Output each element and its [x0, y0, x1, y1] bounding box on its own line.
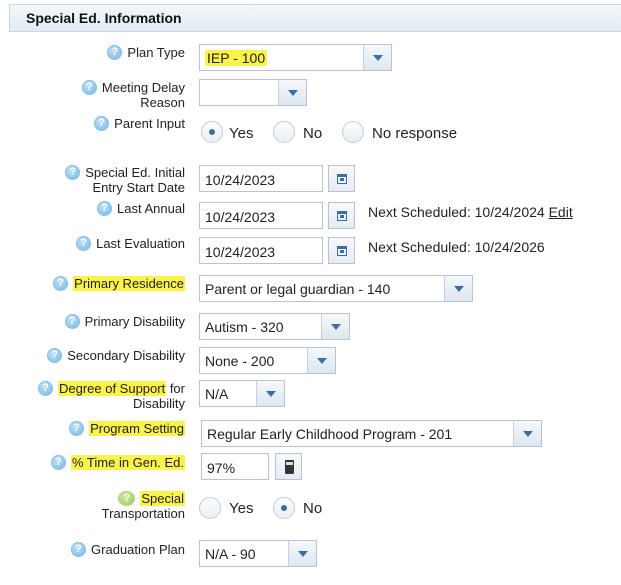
- special-transportation-yes-radio[interactable]: [199, 497, 221, 519]
- help-icon[interactable]: ?: [81, 80, 97, 95]
- special-transportation-label: ? Special Transportation: [101, 491, 185, 521]
- edit-link[interactable]: Edit: [549, 204, 573, 220]
- primary-residence-select[interactable]: Parent or legal guardian - 140: [199, 275, 473, 302]
- special-transportation-no-radio[interactable]: [273, 497, 295, 519]
- special-transportation-no-label: No: [303, 500, 323, 517]
- plan-type-select[interactable]: IEP - 100: [199, 44, 392, 71]
- primary-residence-label: ? Primary Residence: [53, 276, 185, 291]
- time-gen-ed-label: ?% Time in Gen. Ed.: [51, 455, 185, 470]
- section-header: Special Ed. Information: [9, 4, 621, 32]
- help-icon[interactable]: ?: [64, 314, 80, 329]
- degree-of-support-select[interactable]: N/A: [199, 380, 285, 407]
- program-setting-label: ? Program Setting: [69, 421, 185, 436]
- initial-entry-date-input[interactable]: 10/24/2023: [199, 165, 323, 192]
- chevron-down-icon[interactable]: [513, 421, 541, 446]
- help-icon[interactable]: ?: [53, 276, 69, 291]
- help-icon[interactable]: ?: [65, 165, 81, 180]
- chevron-down-icon[interactable]: [278, 80, 306, 105]
- parent-input-yes-label: Yes: [229, 125, 254, 142]
- help-icon[interactable]: ?: [97, 201, 113, 216]
- help-icon[interactable]: ?: [107, 45, 123, 60]
- last-annual-label: ? Last Annual: [97, 201, 185, 216]
- parent-input-no-response-radio[interactable]: [342, 121, 364, 143]
- time-gen-ed-input[interactable]: 97%: [201, 453, 269, 480]
- secondary-disability-select[interactable]: None - 200: [199, 347, 336, 374]
- meeting-delay-select[interactable]: [199, 79, 307, 106]
- last-evaluation-date-input[interactable]: 10/24/2023: [199, 237, 323, 264]
- parent-input-no-response-label: No response: [372, 125, 458, 142]
- calculator-icon[interactable]: [275, 453, 302, 480]
- meeting-delay-label: ? Meeting Delay Reason: [81, 80, 185, 110]
- last-annual-next-scheduled: Next Scheduled: 10/24/2024 Edit: [368, 204, 573, 220]
- parent-input-yes-radio[interactable]: [201, 121, 223, 143]
- help-icon[interactable]: ?: [94, 116, 110, 131]
- chevron-down-icon[interactable]: [256, 381, 284, 406]
- help-icon[interactable]: ?: [37, 381, 53, 396]
- chevron-down-icon[interactable]: [363, 45, 391, 70]
- help-icon[interactable]: ?: [118, 491, 136, 506]
- chevron-down-icon[interactable]: [321, 314, 349, 339]
- degree-of-support-label: ? Degree of Support for Disability: [37, 381, 185, 411]
- calendar-icon[interactable]: [328, 237, 355, 264]
- special-transportation-yes-label: Yes: [229, 500, 254, 517]
- parent-input-no-label: No: [303, 125, 323, 142]
- help-icon[interactable]: ?: [47, 348, 63, 363]
- help-icon[interactable]: ?: [71, 542, 87, 557]
- program-setting-select[interactable]: Regular Early Childhood Program - 201: [201, 420, 542, 447]
- help-icon[interactable]: ?: [69, 421, 85, 436]
- help-icon[interactable]: ?: [51, 455, 66, 470]
- secondary-disability-label: ? Secondary Disability: [47, 348, 185, 363]
- last-annual-date-input[interactable]: 10/24/2023: [199, 202, 323, 229]
- chevron-down-icon[interactable]: [307, 348, 335, 373]
- chevron-down-icon[interactable]: [288, 541, 316, 566]
- chevron-down-icon[interactable]: [444, 276, 472, 301]
- calendar-icon[interactable]: [328, 202, 355, 229]
- last-evaluation-next-scheduled: Next Scheduled: 10/24/2026: [368, 239, 545, 255]
- primary-disability-select[interactable]: Autism - 320: [199, 313, 350, 340]
- last-evaluation-label: ? Last Evaluation: [76, 236, 185, 251]
- primary-disability-label: ? Primary Disability: [64, 314, 185, 329]
- parent-input-no-radio[interactable]: [273, 121, 295, 143]
- parent-input-label: ? Parent Input: [94, 116, 185, 131]
- plan-type-label: ? Plan Type: [107, 45, 185, 60]
- help-icon[interactable]: ?: [76, 236, 92, 251]
- section-title: Special Ed. Information: [26, 10, 182, 26]
- graduation-plan-label: ? Graduation Plan: [71, 542, 185, 557]
- graduation-plan-select[interactable]: N/A - 90: [199, 540, 317, 567]
- calendar-icon[interactable]: [328, 165, 355, 192]
- initial-entry-label: ? Special Ed. Initial Entry Start Date: [65, 165, 185, 195]
